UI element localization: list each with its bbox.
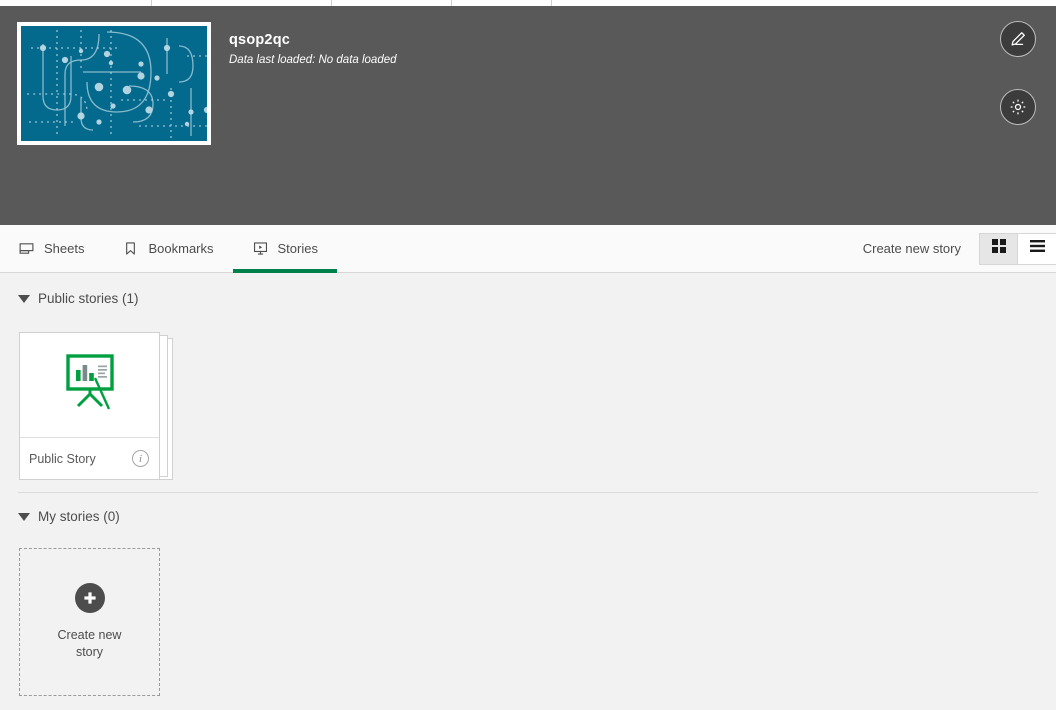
edit-app-button[interactable] bbox=[1000, 21, 1036, 57]
caret-down-icon bbox=[18, 512, 30, 521]
tab-underline bbox=[0, 269, 103, 273]
story-card-stack: Public Story i bbox=[19, 332, 173, 480]
tab-stories-label: Stories bbox=[277, 241, 318, 256]
easel-chart-icon bbox=[59, 353, 121, 417]
tab-underline bbox=[232, 268, 337, 273]
caret-down-icon bbox=[18, 294, 30, 303]
story-card-footer: Public Story i bbox=[20, 438, 159, 479]
create-new-story-link[interactable]: Create new story bbox=[863, 241, 979, 256]
stories-content: Public stories (1) Public Story i My sto… bbox=[0, 274, 1056, 710]
app-thumbnail[interactable] bbox=[17, 22, 211, 145]
toolbar-actions: Create new story bbox=[863, 225, 1056, 273]
data-load-status: Data last loaded: No data loaded bbox=[229, 54, 397, 66]
sheet-icon bbox=[18, 240, 35, 257]
section-title-public: Public stories (1) bbox=[38, 291, 139, 306]
story-thumbnail bbox=[20, 333, 159, 438]
tab-stories[interactable]: Stories bbox=[232, 225, 337, 273]
gear-icon bbox=[1008, 97, 1028, 117]
section-header-public-stories[interactable]: Public stories (1) bbox=[0, 291, 139, 306]
story-card-public-story[interactable]: Public Story i bbox=[19, 332, 160, 480]
section-title-my: My stories (0) bbox=[38, 509, 120, 524]
grid-icon bbox=[991, 238, 1007, 259]
app-settings-button[interactable] bbox=[1000, 89, 1036, 125]
content-toolbar: Sheets Bookmarks Stories Create new stor… bbox=[0, 225, 1056, 273]
tab-underline bbox=[103, 269, 232, 273]
tab-bar: Sheets Bookmarks Stories bbox=[0, 225, 337, 273]
page-title: qsop2qc bbox=[229, 32, 291, 48]
pencil-icon bbox=[1008, 29, 1028, 49]
create-new-story-card-label: Create new story bbox=[57, 628, 122, 659]
story-name-label: Public Story bbox=[29, 451, 96, 466]
bookmark-icon bbox=[122, 240, 139, 257]
app-header: qsop2qc Data last loaded: No data loaded bbox=[0, 6, 1056, 225]
tab-sheets-label: Sheets bbox=[44, 241, 85, 256]
story-icon bbox=[252, 240, 269, 257]
info-icon[interactable]: i bbox=[132, 450, 149, 467]
grid-view-button[interactable] bbox=[980, 233, 1018, 264]
view-mode-toggle bbox=[979, 232, 1056, 265]
app-thumbnail-image bbox=[21, 26, 207, 141]
tab-bookmarks-label: Bookmarks bbox=[148, 241, 214, 256]
tab-sheets[interactable]: Sheets bbox=[0, 225, 103, 273]
plus-circle-icon bbox=[74, 583, 105, 613]
tab-bookmarks[interactable]: Bookmarks bbox=[103, 225, 232, 273]
list-icon bbox=[1029, 238, 1046, 259]
section-header-my-stories[interactable]: My stories (0) bbox=[0, 509, 120, 524]
section-divider bbox=[18, 492, 1038, 493]
create-new-story-card[interactable]: Create new story bbox=[19, 548, 160, 696]
list-view-button[interactable] bbox=[1018, 233, 1056, 264]
